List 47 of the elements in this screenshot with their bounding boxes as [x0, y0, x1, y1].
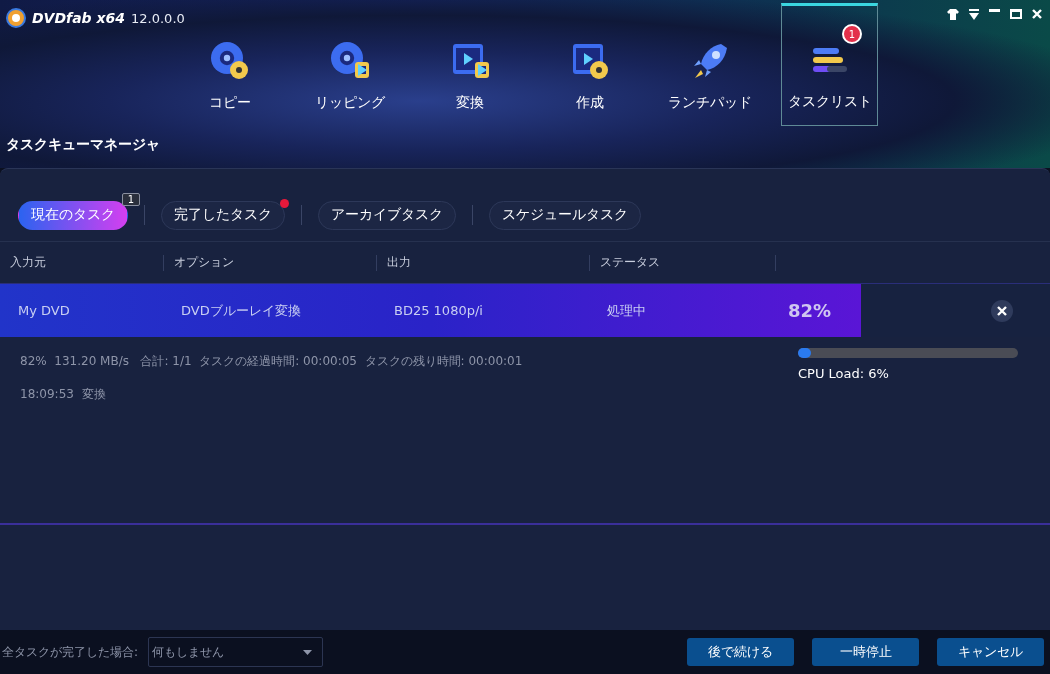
completion-dropdown[interactable]: 何もしません	[148, 637, 324, 667]
footer-button[interactable]: 後で続ける	[687, 638, 794, 666]
close-icon[interactable]	[1032, 9, 1042, 19]
close-icon	[997, 305, 1007, 316]
maximize-icon[interactable]	[1010, 9, 1022, 19]
nav-item[interactable]: 作成	[530, 28, 650, 126]
tab[interactable]: 現在のタスク	[18, 200, 128, 230]
nav-label: 作成	[576, 94, 604, 112]
progress-percent: 82%	[788, 300, 832, 321]
column-header: ステータス	[599, 254, 660, 271]
table-cell-text: DVDブルーレイ変換	[180, 301, 301, 320]
skin-icon[interactable]	[947, 9, 959, 20]
footer-button[interactable]: 一時停止	[812, 638, 919, 666]
nav-label: リッピング	[315, 94, 385, 112]
nav-label: 変換	[456, 94, 484, 112]
brand-name: DVDfab x64	[32, 10, 126, 26]
completion-label: 全タスクが完了した場合:	[2, 643, 139, 661]
tab[interactable]: アーカイブタスク	[318, 200, 456, 230]
column-header: 入力元	[9, 254, 46, 271]
task-stats: 82% 131.20 MB/s 合計: 1/1 タスクの経過時間: 00:00:05 タスクの残り時間: 00:00:01	[20, 353, 524, 370]
logo-icon	[6, 8, 26, 28]
nav-item[interactable]: コピー	[170, 28, 290, 126]
table-cell-text: My DVD	[17, 303, 70, 318]
tab[interactable]: スケジュールタスク	[489, 200, 641, 230]
log-entry: 18:09:53 変換	[20, 386, 107, 403]
cpu-load-label: CPU Load: 6%	[798, 366, 890, 381]
remove-task-button[interactable]	[991, 299, 1013, 322]
nav-label: コピー	[209, 94, 251, 112]
nav-item[interactable]: 変換	[410, 28, 530, 126]
nav-item[interactable]: リッピング	[290, 28, 410, 126]
dropdown-menu-icon[interactable]	[969, 9, 979, 20]
table-cell-text: BD25 1080p/i	[393, 303, 483, 318]
nav-label: タスクリスト	[787, 93, 872, 111]
table-cell-text: 処理中	[606, 301, 646, 320]
notification-badge: 1	[842, 24, 862, 44]
tab[interactable]: 完了したタスク	[161, 200, 285, 230]
nav-label: ランチパッド	[668, 94, 752, 112]
nav-item[interactable]: 1 タスクリスト	[781, 3, 878, 126]
count-badge: 1	[121, 192, 140, 206]
version-text: 12.0.0.0	[131, 10, 185, 26]
footer-button[interactable]: キャンセル	[937, 638, 1044, 666]
column-header: 出力	[386, 254, 411, 271]
nav-icon	[209, 40, 251, 82]
column-header: オプション	[173, 254, 234, 271]
caret-icon	[303, 649, 313, 655]
section-title: タスクキューマネージャ	[5, 135, 161, 154]
nav-item[interactable]: ランチパッド	[650, 28, 770, 126]
